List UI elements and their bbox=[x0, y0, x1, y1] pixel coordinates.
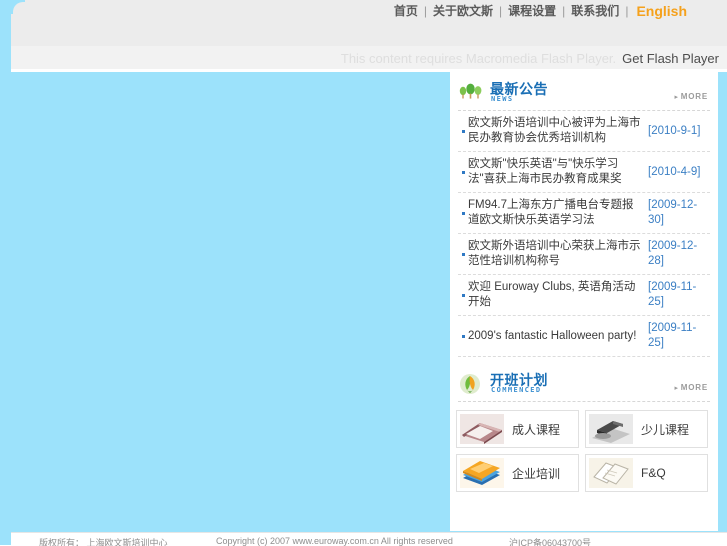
news-item-date: [2009-11-25] bbox=[648, 281, 697, 308]
course-card-adult[interactable]: 成人课程 bbox=[456, 410, 579, 448]
news-item-title[interactable]: 欢迎 Euroway Clubs, 英语角活动开始 bbox=[468, 280, 648, 310]
commenced-more-link[interactable]: ▸ MORE bbox=[674, 383, 708, 392]
news-item-date: [2010-9-1] bbox=[648, 124, 701, 137]
news-list-item[interactable]: 欢迎 Euroway Clubs, 英语角活动开始 [2009-11-25] bbox=[458, 275, 710, 316]
footer-content: 版权所有： 上海欧文斯培训中心 Copyright (c) 2007 www.e… bbox=[11, 532, 727, 546]
site-header: 首页 | 关于欧文斯 | 课程设置 | 联系我们 | English bbox=[11, 0, 727, 47]
course-card-grid: 成人课程 少儿课程 企业培训 F&Q bbox=[456, 410, 712, 492]
course-card-kids[interactable]: 少儿课程 bbox=[585, 410, 708, 448]
nav-item-home[interactable]: 首页 bbox=[392, 2, 420, 19]
bullet-icon bbox=[458, 252, 468, 256]
course-card-label: F&Q bbox=[641, 466, 666, 480]
header-corner-decor bbox=[11, 0, 25, 14]
news-item-title[interactable]: FM94.7上海东方广播电台专题报道欧文斯快乐英语学习法 bbox=[468, 198, 648, 228]
right-sidebar-panel: 最新公告 NEWS ▸ MORE 欧文斯外语培训中心被评为上海市民办教育协会优秀培… bbox=[450, 72, 718, 531]
news-list-item[interactable]: 欧文斯外语培训中心荣获上海市示范性培训机构称号 [2009-12-28] bbox=[458, 234, 710, 275]
news-more-label: MORE bbox=[680, 92, 708, 101]
news-item-date: [2010-4-9] bbox=[648, 165, 701, 178]
flash-placeholder-bar: This content requires Macromedia Flash P… bbox=[11, 46, 727, 71]
nav-item-contact[interactable]: 联系我们 bbox=[569, 2, 621, 19]
nav-separator: | bbox=[562, 3, 566, 18]
right-blue-rail bbox=[718, 72, 727, 531]
notebooks-photo-thumbnail bbox=[589, 458, 633, 488]
bullet-icon bbox=[458, 129, 468, 133]
news-more-link[interactable]: ▸ MORE bbox=[674, 92, 708, 101]
three-trees-icon bbox=[458, 82, 484, 106]
folders-photo-thumbnail bbox=[460, 458, 504, 488]
commenced-section-subtitle: COMMENCED bbox=[491, 386, 542, 394]
top-navigation: 首页 | 关于欧文斯 | 课程设置 | 联系我们 | English bbox=[392, 2, 689, 19]
get-flash-player-link[interactable]: Get Flash Player bbox=[622, 51, 719, 66]
news-section-subtitle: NEWS bbox=[491, 95, 514, 103]
footer-left-rail bbox=[0, 532, 11, 545]
nav-item-courses[interactable]: 课程设置 bbox=[506, 2, 558, 19]
course-card-corporate[interactable]: 企业培训 bbox=[456, 454, 579, 492]
chevron-right-icon: ▸ bbox=[674, 94, 679, 101]
nav-separator: | bbox=[423, 3, 428, 18]
news-list: 欧文斯外语培训中心被评为上海市民办教育协会优秀培训机构 [2010-9-1] 欧… bbox=[458, 111, 710, 357]
leaf-icon bbox=[458, 373, 484, 397]
bullet-icon bbox=[458, 211, 468, 215]
bullet-icon bbox=[458, 334, 468, 338]
nav-separator: | bbox=[499, 3, 503, 18]
stapler-photo-thumbnail bbox=[589, 414, 633, 444]
bullet-icon bbox=[458, 170, 468, 174]
site-footer: 版权所有： 上海欧文斯培训中心 Copyright (c) 2007 www.e… bbox=[0, 532, 727, 546]
news-list-item[interactable]: 欧文斯外语培训中心被评为上海市民办教育协会优秀培训机构 [2010-9-1] bbox=[458, 111, 710, 152]
course-card-label: 成人课程 bbox=[512, 422, 561, 437]
course-card-faq[interactable]: F&Q bbox=[585, 454, 708, 492]
news-list-item[interactable]: 欧文斯"快乐英语"与"快乐学习法"喜获上海市民办教育成果奖 [2010-4-9] bbox=[458, 152, 710, 193]
news-item-date: [2009-12-30] bbox=[648, 199, 698, 226]
page-root: 首页 | 关于欧文斯 | 课程设置 | 联系我们 | English This … bbox=[0, 0, 727, 546]
nav-item-english[interactable]: English bbox=[632, 3, 689, 19]
commenced-section-header: 开班计划 COMMENCED ▸ MORE bbox=[458, 371, 710, 402]
news-list-item[interactable]: 2009's fantastic Halloween party! [2009-… bbox=[458, 316, 710, 357]
left-content-column bbox=[11, 72, 450, 531]
news-item-title[interactable]: 欧文斯外语培训中心被评为上海市民办教育协会优秀培训机构 bbox=[468, 116, 648, 146]
news-item-title[interactable]: 欧文斯"快乐英语"与"快乐学习法"喜获上海市民办教育成果奖 bbox=[468, 157, 648, 187]
news-section-header: 最新公告 NEWS ▸ MORE bbox=[458, 80, 710, 111]
book-photo-thumbnail bbox=[460, 414, 504, 444]
bullet-icon bbox=[458, 293, 468, 297]
nav-item-about[interactable]: 关于欧文斯 bbox=[431, 2, 495, 19]
course-card-label: 少儿课程 bbox=[641, 422, 690, 437]
course-card-label: 企业培训 bbox=[512, 466, 561, 481]
flash-underline-spacer bbox=[11, 69, 727, 72]
news-item-date: [2009-12-28] bbox=[648, 240, 698, 267]
news-item-title[interactable]: 欧文斯外语培训中心荣获上海市示范性培训机构称号 bbox=[468, 239, 648, 269]
chevron-right-icon: ▸ bbox=[674, 385, 679, 392]
nav-separator: | bbox=[625, 3, 629, 18]
news-item-title[interactable]: 2009's fantastic Halloween party! bbox=[468, 329, 648, 344]
news-list-item[interactable]: FM94.7上海东方广播电台专题报道欧文斯快乐英语学习法 [2009-12-30… bbox=[458, 193, 710, 234]
flash-required-message: This content requires Macromedia Flash P… bbox=[340, 51, 617, 66]
commenced-more-label: MORE bbox=[680, 383, 708, 392]
news-item-date: [2009-11-25] bbox=[648, 322, 697, 349]
